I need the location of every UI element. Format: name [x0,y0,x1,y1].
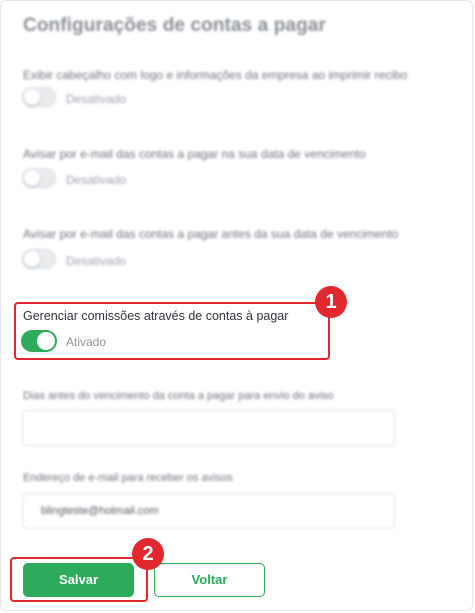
step-2-badge: 2 [132,538,164,570]
toggle-knob [24,89,40,105]
toggle-email-before-due[interactable] [22,249,56,269]
settings-panel: Configurações de contas a pagar Exibir c… [0,0,473,611]
back-button[interactable]: Voltar [154,563,265,597]
page-title: Configurações de contas a pagar [23,15,326,36]
days-before-input[interactable] [22,410,395,446]
setting-label-email-before-due: Avisar por e-mail das contas a pagar ant… [23,227,399,241]
toggle-status-email-before-due: Desativado [66,254,127,268]
setting-label-print-header: Exibir cabeçalho com logo e informações … [23,68,408,82]
toggle-print-header[interactable] [22,87,56,107]
toggle-knob [24,251,40,267]
step-1-badge: 1 [315,286,347,318]
save-button[interactable]: Salvar [23,563,134,597]
email-field[interactable]: blingteste@hotmail.com [22,493,395,529]
toggle-knob [37,332,55,350]
toggle-status-email-due-date: Desativado [66,173,127,187]
toggle-status-commissions: Ativado [66,335,107,349]
setting-label-email-due-date: Avisar por e-mail das contas a pagar na … [23,147,366,161]
toggle-commissions[interactable] [21,330,57,352]
setting-label-commissions: Gerenciar comissões através de contas à … [23,309,289,323]
email-label: Endereço de e-mail para receber os aviso… [23,472,233,484]
toggle-status-print-header: Desativado [66,92,127,106]
toggle-email-due-date[interactable] [22,168,56,188]
toggle-knob [24,170,40,186]
days-before-label: Dias antes do vencimento da conta a paga… [23,390,334,402]
